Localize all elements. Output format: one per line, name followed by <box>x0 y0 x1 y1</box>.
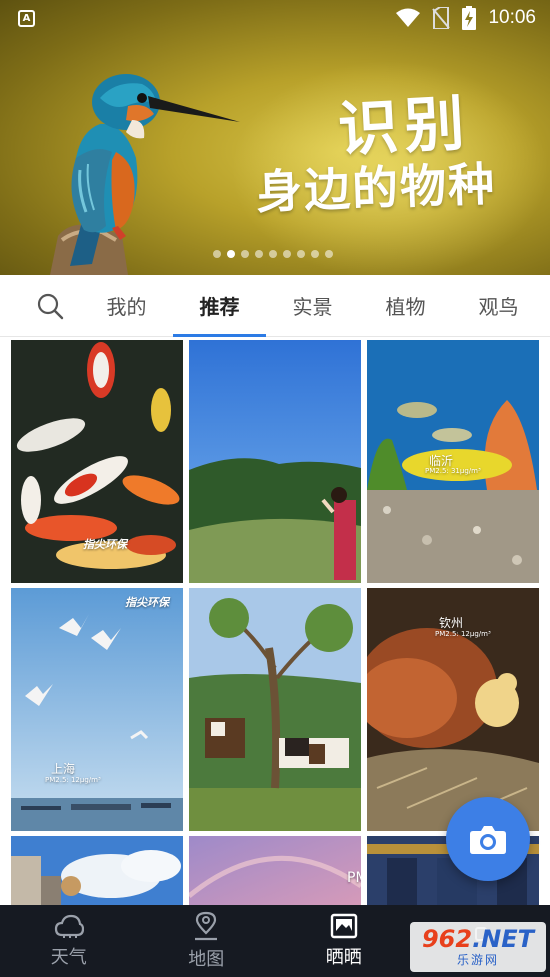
feed-tile-seagulls[interactable]: 指尖环保 上海 PM2.5: 12μg/m³ <box>11 588 183 831</box>
logo-suffix: .NET <box>472 924 535 953</box>
logo-number: 962 <box>421 924 473 953</box>
tab-recommended[interactable]: 推荐 <box>173 275 266 337</box>
photo-icon <box>330 913 357 939</box>
logo-sub: 乐游网 <box>456 952 499 967</box>
carousel-dot[interactable] <box>269 250 277 258</box>
kingfisher-image <box>50 74 240 275</box>
camera-icon <box>470 826 506 854</box>
feed-tile-meadow[interactable] <box>189 340 361 583</box>
nav-map-label: 地图 <box>188 949 225 970</box>
seagulls-photo <box>11 588 183 831</box>
status-right: 10:06 <box>396 6 536 30</box>
tile-city: 上海 <box>51 762 76 776</box>
tile-pm: PM2.5: 12μg/m³ <box>435 630 491 638</box>
feed-tile-rainbow[interactable]: PM <box>189 836 361 905</box>
nav-weather[interactable]: 天气 <box>0 905 138 977</box>
cows-photo <box>189 588 361 831</box>
carousel-dot[interactable] <box>241 250 249 258</box>
carousel-dot[interactable] <box>255 250 263 258</box>
carousel-dot[interactable] <box>213 250 221 258</box>
tile-city: 钦州 <box>439 616 464 630</box>
tile-watermark: 指尖环保 <box>125 596 169 609</box>
carousel-dot[interactable] <box>297 250 305 258</box>
status-bar: A 10:06 <box>0 0 550 36</box>
search-icon[interactable] <box>36 292 64 320</box>
tile-fragment: PM <box>347 870 361 886</box>
status-time: 10:06 <box>488 7 536 28</box>
banner[interactable]: 识别 身边的物种 <box>0 0 550 275</box>
app-notification-icon: A <box>18 9 35 27</box>
map-pin-icon <box>195 911 218 941</box>
camera-button[interactable] <box>446 797 530 881</box>
feed-tile-aquarium[interactable]: 临沂 PM2.5: 31μg/m³ <box>367 340 539 583</box>
category-tabs: 我的 推荐 实景 植物 观鸟 <box>0 275 550 337</box>
tile-watermark: 指尖环保 <box>83 538 127 551</box>
status-left: A <box>18 9 35 27</box>
feed-tile-koi[interactable]: 指尖环保 <box>11 340 183 583</box>
carousel-dot[interactable] <box>325 250 333 258</box>
tab-birdwatching[interactable]: 观鸟 <box>452 275 545 337</box>
site-watermark-logo: 962.NET 乐游网 <box>410 922 546 972</box>
tab-plants[interactable]: 植物 <box>359 275 452 337</box>
meadow-photo <box>189 340 361 583</box>
carousel-dot[interactable] <box>283 250 291 258</box>
logo-main: 962.NET <box>422 927 534 951</box>
feed-tile-hen[interactable]: 钦州 PM2.5: 12μg/m³ <box>367 588 539 831</box>
feed-tile-clouds[interactable] <box>11 836 183 905</box>
tile-pm: PM2.5: 12μg/m³ <box>45 776 101 784</box>
banner-subtitle: 身边的物种 <box>255 156 497 220</box>
carousel-dot[interactable] <box>311 250 319 258</box>
carousel-dot-active[interactable] <box>227 250 235 258</box>
tab-mine[interactable]: 我的 <box>80 275 173 337</box>
clouds-photo <box>11 836 183 905</box>
nav-weather-label: 天气 <box>50 947 87 968</box>
carousel-indicator[interactable] <box>213 250 333 258</box>
weather-cloud-icon <box>54 914 84 938</box>
nav-share[interactable]: 晒晒 <box>275 905 413 977</box>
battery-charging-icon <box>462 6 477 30</box>
search-button[interactable] <box>20 275 80 337</box>
feed-tile-cows[interactable] <box>189 588 361 831</box>
no-sim-icon <box>432 7 451 29</box>
tab-real-scene[interactable]: 实景 <box>266 275 359 337</box>
wifi-icon <box>396 8 421 27</box>
tile-pm: PM2.5: 31μg/m³ <box>425 467 481 475</box>
nav-map[interactable]: 地图 <box>138 905 276 977</box>
rainbow-photo <box>189 836 361 905</box>
nav-share-label: 晒晒 <box>325 947 362 968</box>
